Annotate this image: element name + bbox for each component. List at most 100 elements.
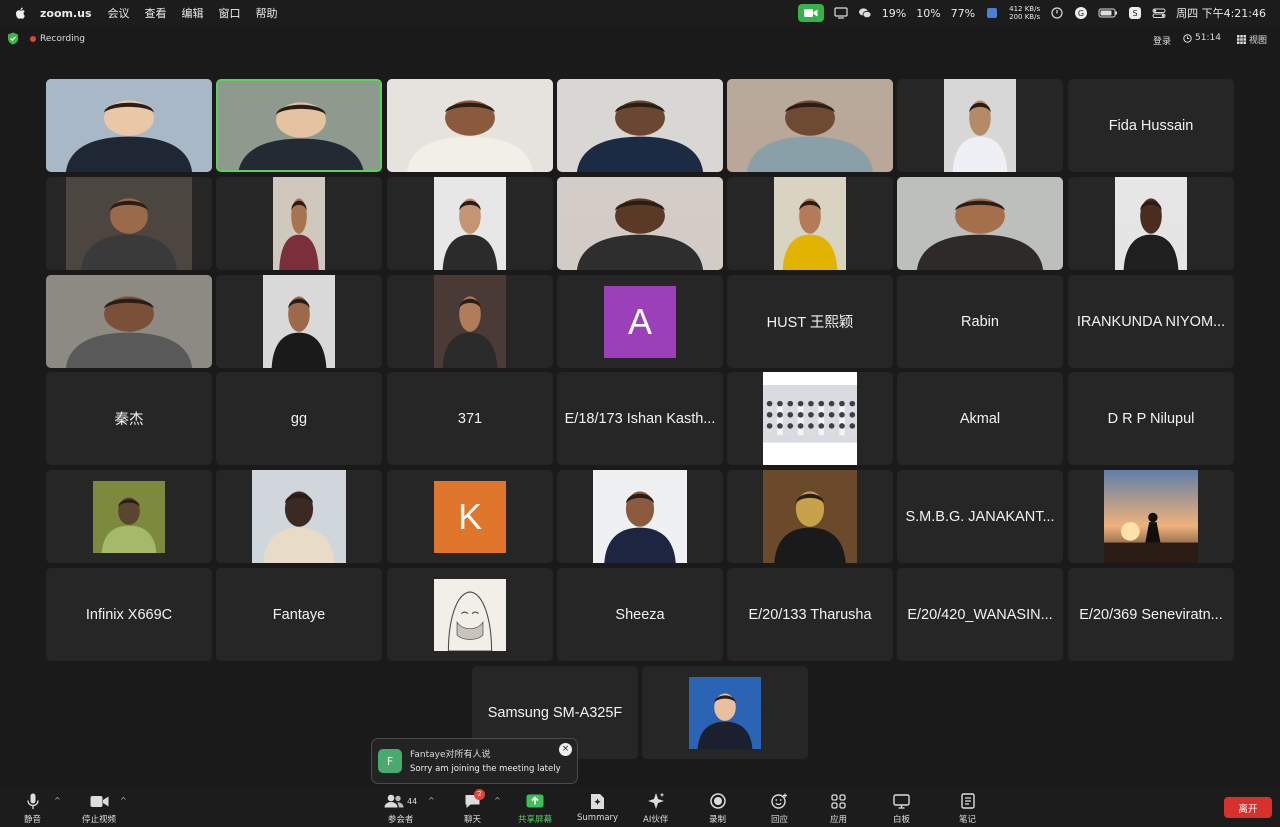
record-label: 录制 xyxy=(709,815,727,825)
participant-tile[interactable] xyxy=(727,372,893,465)
participant-tile[interactable]: E/20/420_WANASIN... xyxy=(897,568,1063,661)
menu-edit[interactable]: 编辑 xyxy=(182,5,204,21)
app-badge-icon[interactable] xyxy=(985,6,999,20)
participant-tile[interactable] xyxy=(46,177,212,270)
app-menu-zoom[interactable]: zoom.us xyxy=(40,7,92,20)
participant-tile[interactable]: Fantaye xyxy=(216,568,382,661)
participant-tile[interactable]: D R P Nilupul xyxy=(1068,372,1234,465)
clock-status-icon[interactable] xyxy=(1050,6,1064,20)
participant-tile[interactable]: 371 xyxy=(387,372,553,465)
participant-name: Rabin xyxy=(961,313,999,330)
participant-tile[interactable] xyxy=(642,666,808,759)
participant-tile[interactable] xyxy=(727,79,893,172)
participant-tile[interactable] xyxy=(46,79,212,172)
battery-icon[interactable] xyxy=(1098,6,1118,20)
participant-tile[interactable] xyxy=(387,275,553,368)
switch-app-icon[interactable]: S xyxy=(1128,6,1142,20)
menu-meeting[interactable]: 会议 xyxy=(108,5,130,21)
participant-tile[interactable]: Fida Hussain xyxy=(1068,79,1234,172)
participant-tile[interactable] xyxy=(897,79,1063,172)
participant-tile[interactable]: gg xyxy=(216,372,382,465)
participant-tile[interactable] xyxy=(557,177,723,270)
view-label: 视图 xyxy=(1249,36,1268,46)
participant-tile[interactable] xyxy=(897,177,1063,270)
participant-tile[interactable] xyxy=(557,79,723,172)
participant-name: 371 xyxy=(457,410,483,427)
participant-tile[interactable]: IRANKUNDA NIYOM... xyxy=(1068,275,1234,368)
menu-help[interactable]: 帮助 xyxy=(256,5,278,21)
participant-tile[interactable] xyxy=(46,275,212,368)
participant-tile[interactable] xyxy=(216,79,382,172)
ai-companion-button[interactable]: AI伙伴 xyxy=(643,792,668,825)
participant-tile[interactable]: Sheeza xyxy=(557,568,723,661)
login-button[interactable]: 登录 xyxy=(1153,34,1171,47)
menubar-clock[interactable]: 周四 下午4:21:46 xyxy=(1176,5,1266,21)
participant-tile[interactable]: K xyxy=(387,470,553,563)
participants-count: 44 xyxy=(407,796,418,806)
participant-tile[interactable]: E/20/133 Tharusha xyxy=(727,568,893,661)
menu-window[interactable]: 窗口 xyxy=(219,5,241,21)
recording-indicator[interactable]: Recording xyxy=(30,34,85,44)
participant-tile[interactable]: Rabin xyxy=(897,275,1063,368)
view-button[interactable]: 视图 xyxy=(1237,33,1267,46)
participant-tile[interactable]: E/18/173 Ishan Kasth... xyxy=(557,372,723,465)
audio-options-chevron-icon[interactable]: ^ xyxy=(54,796,61,805)
screen-mirror-icon[interactable] xyxy=(834,6,848,20)
reactions-button[interactable]: 回应 xyxy=(771,792,788,825)
participant-tile[interactable] xyxy=(387,568,553,661)
mute-label: 静音 xyxy=(24,815,42,825)
notes-button[interactable]: 笔记 xyxy=(959,792,976,825)
reaction-smiley-icon xyxy=(771,793,787,809)
chat-notification[interactable]: F Fantaye对所有人说 Sorry am joining the meet… xyxy=(371,738,578,784)
participant-tile[interactable]: HUST 王熙颖 xyxy=(727,275,893,368)
battery-percent[interactable]: 77% xyxy=(951,7,975,20)
grid-view-icon xyxy=(1237,35,1246,44)
meeting-timer[interactable]: 51:14 xyxy=(1183,33,1221,43)
menu-view[interactable]: 查看 xyxy=(145,5,167,21)
leave-meeting-button[interactable]: 离开 xyxy=(1224,797,1272,818)
participant-tile[interactable] xyxy=(727,470,893,563)
apps-button[interactable]: 应用 xyxy=(830,792,847,825)
share-screen-button[interactable]: 共享屏幕 xyxy=(518,792,552,825)
grammarly-icon[interactable]: G xyxy=(1074,6,1088,20)
chat-sender: Fantaye对所有人说 xyxy=(410,750,491,760)
apps-label: 应用 xyxy=(830,815,848,825)
participant-tile[interactable] xyxy=(557,470,723,563)
participant-tile[interactable]: A xyxy=(557,275,723,368)
video-options-chevron-icon[interactable]: ^ xyxy=(120,796,127,805)
chat-button[interactable]: 2 聊天 xyxy=(464,789,485,825)
participant-tile[interactable] xyxy=(387,177,553,270)
security-shield-icon[interactable] xyxy=(7,32,19,45)
network-speed[interactable]: 412 KB/s 200 KB/s xyxy=(1009,5,1040,21)
whiteboard-button[interactable]: 白板 xyxy=(893,792,910,825)
stop-video-button[interactable]: 停止视频 xyxy=(82,792,116,825)
participant-tile[interactable] xyxy=(216,177,382,270)
participant-tile[interactable] xyxy=(46,470,212,563)
apple-logo-icon[interactable] xyxy=(14,6,28,20)
participant-tile[interactable]: Infinix X669C xyxy=(46,568,212,661)
participant-name: IRANKUNDA NIYOM... xyxy=(1076,313,1226,330)
summary-button[interactable]: Summary xyxy=(577,792,618,823)
wechat-icon[interactable] xyxy=(858,6,872,20)
participant-tile[interactable] xyxy=(387,79,553,172)
chat-chevron-icon[interactable]: ^ xyxy=(494,796,501,805)
participants-chevron-icon[interactable]: ^ xyxy=(428,796,435,805)
close-toast-button[interactable]: × xyxy=(559,743,572,756)
participant-tile[interactable] xyxy=(1068,177,1234,270)
meeting-topbar: Recording 登录 51:14 视图 xyxy=(0,26,1280,52)
memory-usage[interactable]: 10% xyxy=(916,7,940,20)
participant-tile[interactable] xyxy=(216,470,382,563)
control-center-icon[interactable] xyxy=(1152,6,1166,20)
participant-tile[interactable] xyxy=(1068,470,1234,563)
mute-button[interactable]: 静音 xyxy=(24,792,41,825)
participant-tile[interactable]: S.M.B.G. JANAKANT... xyxy=(897,470,1063,563)
participants-button[interactable]: 44 参会者 xyxy=(384,792,417,825)
participant-tile[interactable]: 秦杰 xyxy=(46,372,212,465)
camera-in-use-icon[interactable] xyxy=(797,4,824,22)
cpu-usage[interactable]: 19% xyxy=(882,7,906,20)
participant-tile[interactable] xyxy=(216,275,382,368)
participant-tile[interactable]: Akmal xyxy=(897,372,1063,465)
participant-tile[interactable]: E/20/369 Seneviratn... xyxy=(1068,568,1234,661)
record-button[interactable]: 录制 xyxy=(709,792,726,825)
participant-tile[interactable] xyxy=(727,177,893,270)
